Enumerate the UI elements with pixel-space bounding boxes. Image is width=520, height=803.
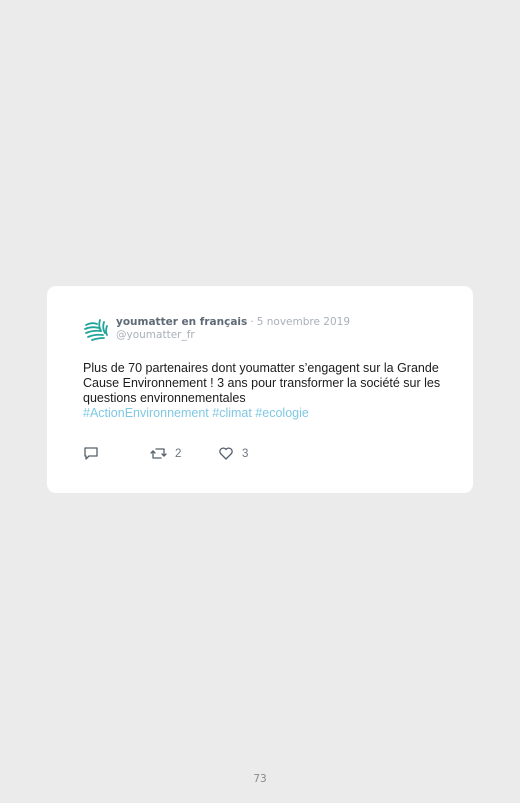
youmatter-logo-icon[interactable] (82, 316, 110, 344)
date-separator: · (250, 316, 254, 328)
tweet-author-line: youmatter en français · 5 novembre 2019 (116, 316, 350, 329)
tweet-text: Plus de 70 partenaires dont youmatter s’… (83, 361, 441, 405)
heart-icon (218, 446, 234, 461)
reply-icon (83, 446, 99, 461)
page-number: 73 (253, 773, 267, 785)
retweet-icon (150, 446, 167, 461)
tweet-hashtags[interactable]: #ActionEnvironnement #climat #ecologie (83, 406, 309, 420)
like-count: 3 (242, 447, 249, 460)
author-name[interactable]: youmatter en français (116, 316, 247, 328)
tweet-body: Plus de 70 partenaires dont youmatter s’… (83, 361, 443, 421)
like-button[interactable]: 3 (218, 446, 248, 461)
retweet-count: 2 (175, 447, 182, 460)
tweet-card[interactable]: youmatter en français · 5 novembre 2019 … (47, 286, 473, 493)
reply-button[interactable] (83, 446, 99, 461)
tweet-date[interactable]: 5 novembre 2019 (257, 316, 350, 328)
retweet-button[interactable]: 2 (150, 446, 181, 461)
author-handle[interactable]: @youmatter_fr (116, 329, 195, 341)
